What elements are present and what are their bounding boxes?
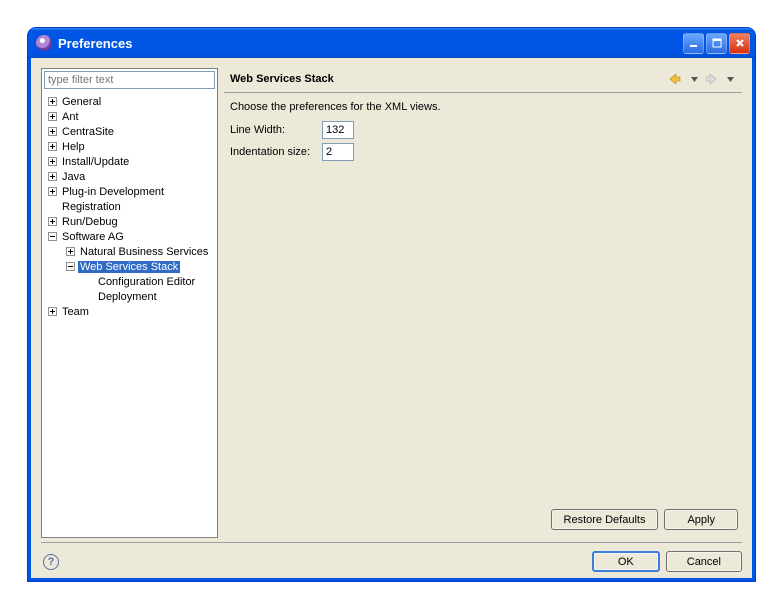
window-title: Preferences <box>58 36 683 51</box>
tree-item-general[interactable]: General <box>44 94 217 109</box>
tree-item-team[interactable]: Team <box>44 304 217 319</box>
expand-icon[interactable] <box>48 97 57 106</box>
line-width-label: Line Width: <box>230 124 322 136</box>
close-button[interactable] <box>729 33 750 54</box>
expand-icon[interactable] <box>48 307 57 316</box>
forward-menu-button[interactable] <box>722 71 738 87</box>
tree-item-software-ag[interactable]: Software AG <box>44 229 217 244</box>
maximize-button[interactable] <box>706 33 727 54</box>
filter-input[interactable] <box>44 71 215 89</box>
expand-icon[interactable] <box>48 187 57 196</box>
expand-icon[interactable] <box>48 172 57 181</box>
tree-item-ant[interactable]: Ant <box>44 109 217 124</box>
tree-item-wss[interactable]: Web Services Stack <box>44 259 217 274</box>
expand-icon[interactable] <box>48 112 57 121</box>
preferences-tree-panel: General Ant CentraSite Help Install/Upda… <box>41 68 218 538</box>
back-menu-button[interactable] <box>686 71 702 87</box>
eclipse-icon <box>36 35 52 51</box>
expand-icon[interactable] <box>48 217 57 226</box>
expand-icon[interactable] <box>66 247 75 256</box>
tree-item-config-editor[interactable]: Configuration Editor <box>44 274 217 289</box>
tree-item-run-debug[interactable]: Run/Debug <box>44 214 217 229</box>
expand-icon[interactable] <box>48 127 57 136</box>
page-title: Web Services Stack <box>230 73 668 85</box>
line-width-input[interactable] <box>322 121 354 139</box>
expand-icon[interactable] <box>48 157 57 166</box>
tree-item-nbs[interactable]: Natural Business Services <box>44 244 217 259</box>
indentation-input[interactable] <box>322 143 354 161</box>
tree-item-plugin-dev[interactable]: Plug-in Development <box>44 184 217 199</box>
tree-item-install-update[interactable]: Install/Update <box>44 154 217 169</box>
help-icon[interactable]: ? <box>43 554 59 570</box>
titlebar[interactable]: Preferences <box>28 28 755 58</box>
preferences-tree[interactable]: General Ant CentraSite Help Install/Upda… <box>42 93 217 537</box>
tree-item-java[interactable]: Java <box>44 169 217 184</box>
ok-button[interactable]: OK <box>592 551 660 572</box>
tree-item-registration[interactable]: Registration <box>44 199 217 214</box>
tree-item-deployment[interactable]: Deployment <box>44 289 217 304</box>
tree-item-help[interactable]: Help <box>44 139 217 154</box>
expand-icon[interactable] <box>48 142 57 151</box>
forward-button[interactable] <box>704 71 720 87</box>
back-button[interactable] <box>668 71 684 87</box>
indentation-label: Indentation size: <box>230 146 322 158</box>
tree-item-centrasite[interactable]: CentraSite <box>44 124 217 139</box>
page-description: Choose the preferences for the XML views… <box>230 101 736 113</box>
collapse-icon[interactable] <box>48 232 57 241</box>
collapse-icon[interactable] <box>66 262 75 271</box>
restore-defaults-button[interactable]: Restore Defaults <box>551 509 659 530</box>
preferences-page: Web Services Stack <box>218 68 742 538</box>
apply-button[interactable]: Apply <box>664 509 738 530</box>
minimize-button[interactable] <box>683 33 704 54</box>
preferences-window: Preferences General Ant CentraSite He <box>28 28 755 581</box>
cancel-button[interactable]: Cancel <box>666 551 742 572</box>
